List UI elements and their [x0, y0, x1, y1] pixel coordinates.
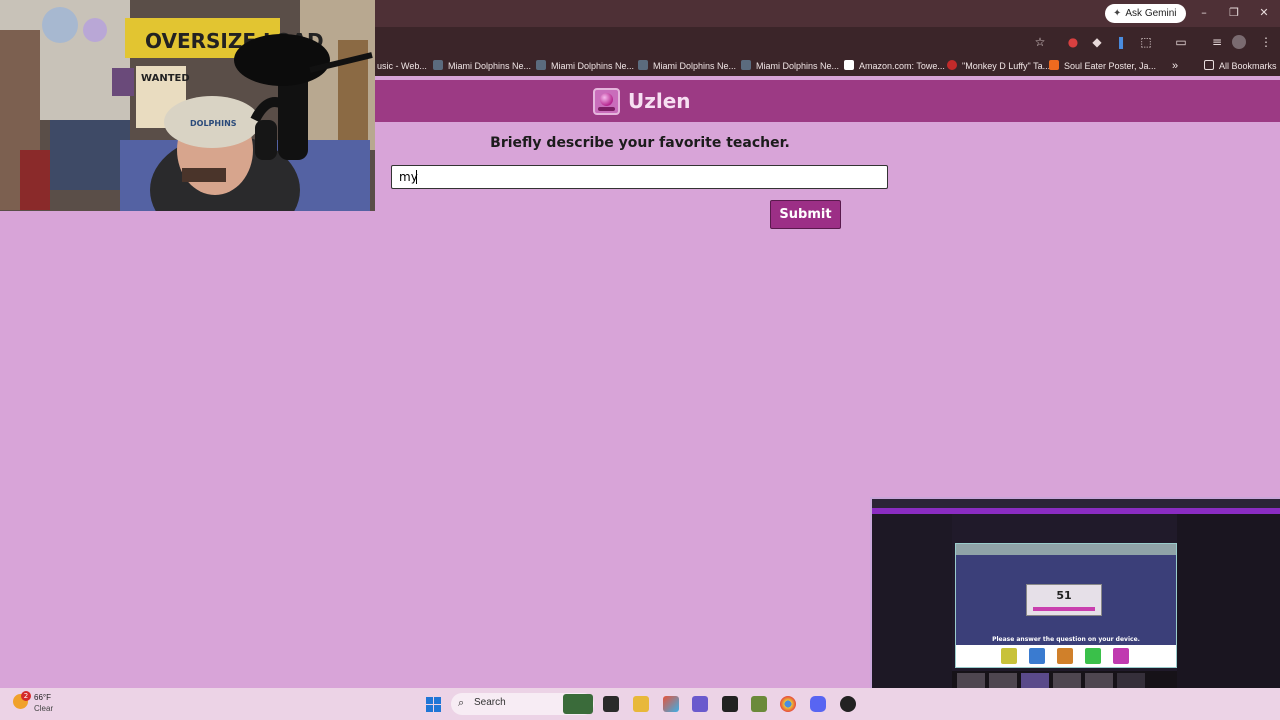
luffy-favicon-icon — [947, 60, 957, 70]
overlay-score: 51 — [1056, 589, 1072, 602]
pawn-icon — [1001, 648, 1017, 664]
media-controls-icon[interactable]: ≡ — [1208, 33, 1226, 51]
site-title: Uzlen — [628, 89, 691, 113]
copilot-icon[interactable] — [663, 696, 679, 712]
cap-logo-text: DOLPHINS — [190, 119, 237, 128]
wanted-poster: WANTED — [141, 73, 190, 84]
overlay-game-titlebar — [956, 544, 1176, 555]
weather-badge: 2 — [21, 691, 31, 701]
ask-gemini-button[interactable]: ✦ Ask Gemini — [1105, 4, 1186, 23]
bookmark-item[interactable]: Miami Dolphins Ne... — [536, 60, 634, 73]
uzlen-logo-icon — [593, 88, 620, 115]
stream-overlay: 51 Please answer the question on your de… — [870, 497, 1280, 720]
obs-icon[interactable] — [840, 696, 856, 712]
profile-avatar-icon[interactable] — [1232, 35, 1246, 49]
etsy-favicon-icon — [1049, 60, 1059, 70]
search-icon: ⌕ — [458, 696, 465, 709]
bookmarks-overflow-chevron-icon[interactable]: » — [1172, 60, 1178, 73]
logo-base — [598, 107, 615, 111]
overlay-score-bar — [1033, 607, 1095, 611]
bookmark-item[interactable]: Soul Eater Poster, Ja... — [1049, 60, 1156, 73]
bookmark-item[interactable]: Miami Dolphins Ne... — [638, 60, 736, 73]
restore-icon[interactable]: ❐ — [1224, 4, 1244, 22]
all-bookmarks-button[interactable]: All Bookmarks — [1204, 60, 1277, 73]
search-highlight-icon — [563, 694, 593, 714]
taskbar-search-label: Search — [474, 697, 506, 708]
pawn-icon — [1057, 648, 1073, 664]
bookmark-label: usic - Web... — [377, 61, 427, 71]
question-prompt: Briefly describe your favorite teacher. — [490, 135, 790, 151]
overlay-question: Please answer the question on your devic… — [992, 636, 1140, 643]
extensions-puzzle-icon[interactable]: ⬚ — [1137, 33, 1155, 51]
overlay-answer-row — [956, 645, 1176, 667]
bookmark-label: Soul Eater Poster, Ja... — [1064, 61, 1157, 71]
bookmark-item[interactable]: Amazon.com: Towe... — [844, 60, 945, 73]
extension-icon[interactable]: ● — [1064, 33, 1082, 51]
bookmark-star-icon[interactable]: ☆ — [1031, 33, 1049, 51]
webcam-overlay: OVERSIZE LOAD WANTED DOLPHINS — [0, 0, 375, 211]
answer-input[interactable] — [391, 165, 888, 189]
bookmark-label: Miami Dolphins Ne... — [653, 61, 737, 71]
all-bookmarks-label: All Bookmarks — [1219, 61, 1277, 71]
overlay-score-card: 51 — [1026, 584, 1102, 616]
dolphins-favicon-icon — [741, 60, 751, 70]
file-explorer-icon[interactable] — [633, 696, 649, 712]
bookmark-label: Miami Dolphins Ne... — [551, 61, 635, 71]
dolphins-favicon-icon — [433, 60, 443, 70]
webcam-image: OVERSIZE LOAD WANTED DOLPHINS — [0, 0, 375, 211]
overlay-title-bar — [872, 499, 1280, 508]
gemini-sparkle-icon: ✦ — [1113, 8, 1122, 19]
pawn-icon — [1085, 648, 1101, 664]
overlay-game-window: 51 Please answer the question on your de… — [955, 543, 1177, 668]
bookmark-label: Miami Dolphins Ne... — [756, 61, 840, 71]
task-view-icon[interactable] — [603, 696, 619, 712]
bookmark-item[interactable]: usic - Web... — [377, 60, 427, 73]
chrome-icon[interactable] — [780, 696, 796, 712]
bookmark-label: Miami Dolphins Ne... — [448, 61, 532, 71]
folder-icon — [1204, 60, 1214, 70]
discord-icon[interactable] — [810, 696, 826, 712]
minecraft-icon[interactable] — [751, 696, 767, 712]
capcut-icon[interactable] — [722, 696, 738, 712]
extension-icon[interactable]: ◆ — [1088, 33, 1106, 51]
extension-icon[interactable]: ❚ — [1112, 33, 1130, 51]
close-icon[interactable]: ✕ — [1254, 4, 1274, 22]
dolphins-favicon-icon — [638, 60, 648, 70]
bookmark-item[interactable]: "Monkey D Luffy" Ta... — [947, 60, 1050, 73]
bookmark-label: Amazon.com: Towe... — [859, 61, 945, 71]
amazon-favicon-icon — [844, 60, 854, 70]
text-caret — [416, 170, 417, 184]
pawn-icon — [1029, 648, 1045, 664]
menu-kebab-icon[interactable]: ⋮ — [1257, 33, 1275, 51]
weather-temperature[interactable]: 66°F — [34, 693, 51, 702]
cast-icon[interactable]: ▭ — [1172, 33, 1190, 51]
bookmark-item[interactable]: Miami Dolphins Ne... — [741, 60, 839, 73]
submit-button[interactable]: Submit — [770, 200, 841, 229]
windows-start-icon[interactable] — [426, 697, 441, 712]
teams-icon[interactable] — [692, 696, 708, 712]
bookmark-label: "Monkey D Luffy" Ta... — [962, 61, 1051, 71]
logo-orb — [600, 93, 613, 106]
weather-condition: Clear — [34, 704, 54, 713]
bookmark-item[interactable]: Miami Dolphins Ne... — [433, 60, 531, 73]
dolphins-favicon-icon — [536, 60, 546, 70]
minimize-icon[interactable]: – — [1194, 4, 1214, 22]
ask-gemini-label: Ask Gemini — [1125, 8, 1177, 19]
pawn-icon — [1113, 648, 1129, 664]
